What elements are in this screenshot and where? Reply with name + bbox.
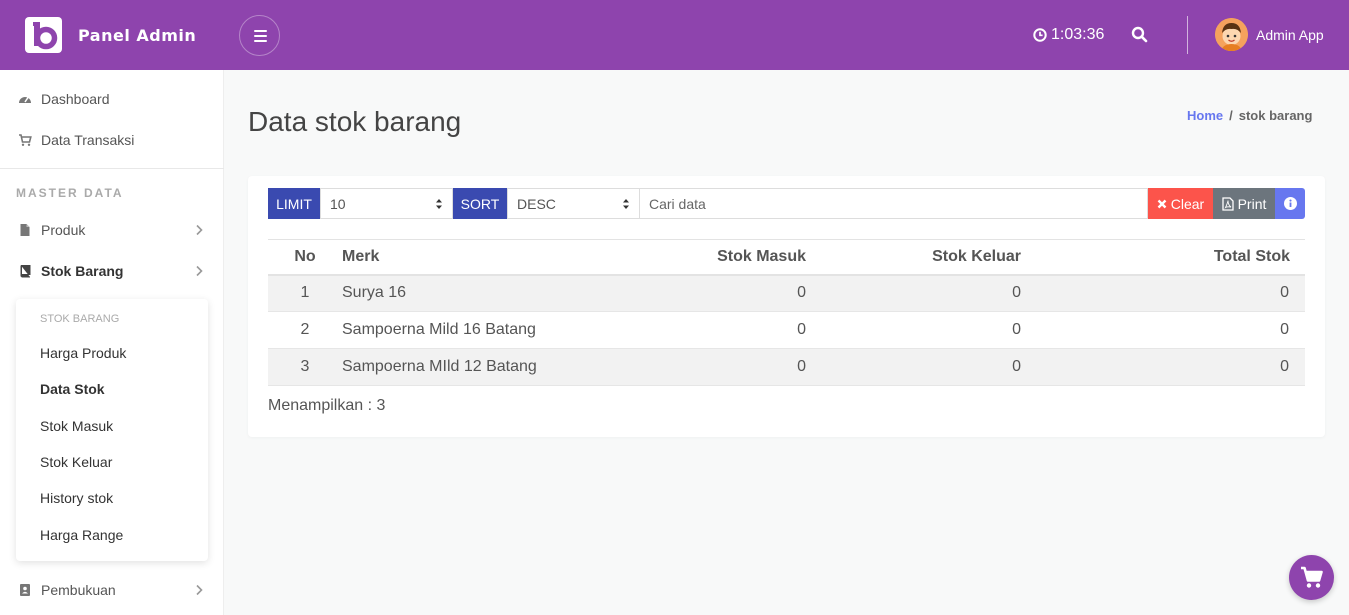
logo [25,17,62,53]
pdf-file-icon [1221,196,1234,211]
clock: 1:03:36 [1033,26,1104,44]
search-input[interactable]: Cari data [639,188,1148,219]
cell-no: 2 [268,311,342,349]
table-row: 2 Sampoerna Mild 16 Batang 0 0 0 [268,311,1305,349]
cell-stok-masuk: 0 [582,348,806,386]
user-name[interactable]: Admin App [1256,27,1324,43]
submenu-item-history-stok[interactable]: History stok [40,490,113,506]
chevron-right-icon [196,224,203,236]
sidebar-item-label: Produk [41,222,86,238]
cell-stok-keluar: 0 [806,348,1021,386]
column-header-stok-keluar: Stok Keluar [806,239,1021,276]
toolbar: LIMIT 10 SORT DESC Cari data Clear Print [268,188,1305,219]
limit-value: 10 [330,195,346,212]
address-book-icon [20,584,30,596]
table-row: 3 Sampoerna MIld 12 Batang 0 0 0 [268,348,1305,386]
sidebar-item-dashboard[interactable]: Dashboard [0,80,224,118]
sidebar-item-label: Pembukuan [41,582,116,598]
logo-icon [33,22,58,50]
book-icon [20,265,31,278]
search-icon [1131,26,1148,43]
breadcrumb-separator: / [1229,108,1233,123]
sidebar: Dashboard Data Transaksi MASTER DATA Pro… [0,70,224,615]
search-button[interactable] [1131,26,1148,48]
stock-table: No Merk Stok Masuk Stok Keluar Total Sto… [268,239,1305,386]
sidebar-divider [0,168,224,169]
menu-toggle-button[interactable] [239,15,280,56]
sidebar-item-data-transaksi[interactable]: Data Transaksi [0,121,224,159]
sidebar-item-label: Dashboard [41,91,110,107]
breadcrumb: Home / stok barang [1187,108,1312,123]
brand-name: Panel Admin [78,26,197,45]
sort-value: DESC [517,195,556,212]
hamburger-icon [254,30,267,32]
chevron-right-icon [196,584,203,596]
sort-label: SORT [453,188,507,219]
cell-stok-masuk: 0 [582,274,806,312]
cell-total-stok: 0 [1021,274,1305,312]
limit-select[interactable]: 10 [320,188,453,219]
submenu-item-data-stok[interactable]: Data Stok [40,381,105,397]
cell-merk: Sampoerna MIld 12 Batang [342,348,582,386]
dashboard-icon [19,97,31,103]
cell-merk: Sampoerna Mild 16 Batang [342,311,582,349]
submenu-title: STOK BARANG [40,313,120,325]
clear-button-label: Clear [1170,195,1205,212]
avatar[interactable] [1215,18,1248,51]
cell-stok-keluar: 0 [806,311,1021,349]
stock-card: LIMIT 10 SORT DESC Cari data Clear Print… [248,176,1325,437]
table-header-row: No Merk Stok Masuk Stok Keluar Total Sto… [268,239,1305,276]
sidebar-section-header: MASTER DATA [16,186,124,200]
sidebar-item-produk[interactable]: Produk [0,211,224,249]
clear-button[interactable]: Clear [1148,188,1213,219]
table-row: 1 Surya 16 0 0 0 [268,274,1305,312]
cell-no: 3 [268,348,342,386]
submenu-item-stok-keluar[interactable]: Stok Keluar [40,454,112,470]
topbar: Panel Admin 1:03:36 Admin App [0,0,1349,70]
column-header-stok-masuk: Stok Masuk [582,239,806,276]
sidebar-item-label: Data Transaksi [41,132,135,148]
clock-icon [1033,28,1047,42]
cart-icon [19,134,32,146]
print-button-label: Print [1237,195,1267,212]
floating-cart-button[interactable] [1289,555,1334,600]
close-icon [1157,199,1167,208]
cell-no: 1 [268,274,342,312]
print-button[interactable]: Print [1213,188,1275,219]
select-arrows-icon [623,199,629,209]
cell-total-stok: 0 [1021,348,1305,386]
submenu-item-stok-masuk[interactable]: Stok Masuk [40,418,113,434]
showing-count: Menampilkan : 3 [268,397,386,414]
cell-stok-keluar: 0 [806,274,1021,312]
limit-label: LIMIT [268,188,320,219]
select-arrows-icon [436,199,442,209]
avatar-icon [1215,18,1248,51]
info-button[interactable] [1275,188,1305,219]
chevron-right-icon [196,265,203,277]
breadcrumb-current: stok barang [1238,108,1313,123]
file-icon [20,224,30,236]
cell-stok-masuk: 0 [582,311,806,349]
topbar-divider [1187,16,1188,54]
column-header-no: No [268,239,342,276]
submenu-item-harga-range[interactable]: Harga Range [40,527,123,543]
cell-total-stok: 0 [1021,311,1305,349]
sidebar-item-label: Stok Barang [41,263,124,279]
breadcrumb-home-link[interactable]: Home [1187,108,1223,123]
column-header-merk: Merk [342,239,582,276]
submenu-item-harga-produk[interactable]: Harga Produk [40,345,126,361]
sidebar-item-pembukuan[interactable]: Pembukuan [0,571,224,609]
cart-icon [1301,566,1323,588]
stok-barang-submenu: STOK BARANG Harga Produk Data Stok Stok … [16,299,208,561]
sort-select[interactable]: DESC [507,188,640,219]
cell-merk: Surya 16 [342,274,582,312]
page-title: Data stok barang [248,106,462,137]
column-header-total-stok: Total Stok [1021,239,1305,276]
clock-time: 1:03:36 [1051,26,1105,43]
sidebar-item-stok-barang[interactable]: Stok Barang [0,252,224,290]
info-icon [1283,197,1297,210]
